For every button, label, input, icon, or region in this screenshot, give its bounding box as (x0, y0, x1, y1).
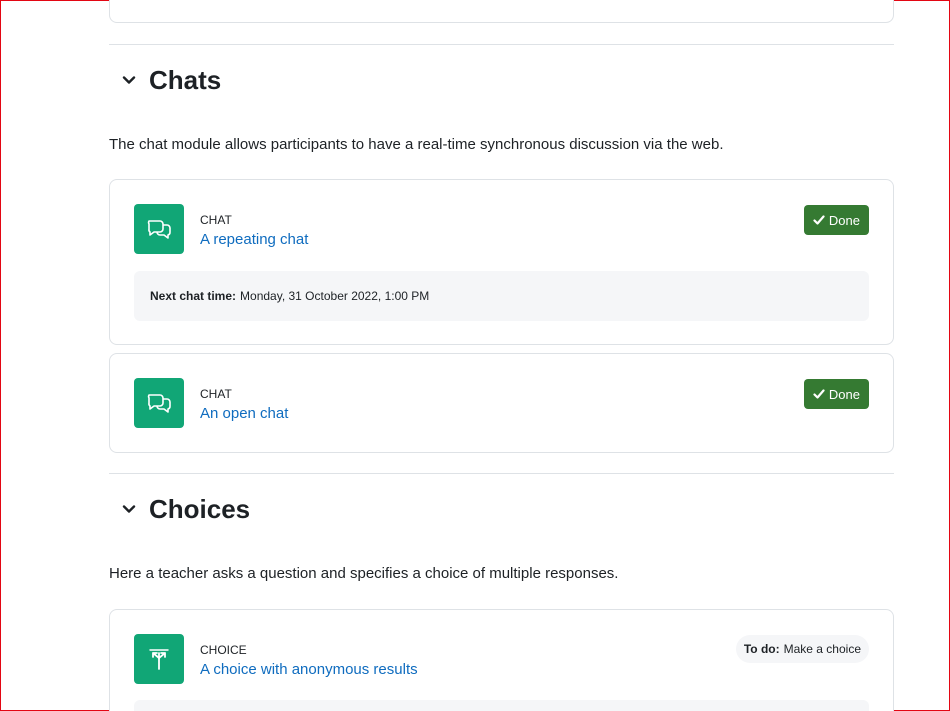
activity-dates: Next chat time: Monday, 31 October 2022,… (134, 271, 869, 321)
todo-label: To do: (743, 642, 780, 656)
chevron-down-icon[interactable] (109, 489, 149, 529)
done-button[interactable]: Done (803, 379, 869, 409)
todo-value: Make a choice (783, 642, 861, 656)
check-icon (813, 389, 825, 399)
done-label: Done (828, 212, 860, 228)
activity-card-repeating-chat: Chat A repeating chat Done Next chat tim… (109, 179, 894, 345)
chevron-down-icon[interactable] (109, 60, 149, 100)
section-divider (109, 473, 894, 474)
activity-type: Chat (200, 213, 232, 227)
section-header-chats: Chats (109, 60, 221, 100)
chat-bubbles-icon[interactable] (134, 204, 184, 254)
done-button[interactable]: Done (803, 205, 869, 235)
check-icon (813, 215, 825, 225)
info-label: Next chat time: (150, 289, 237, 303)
activity-card-choice: Choice A choice with anonymous results T… (109, 609, 894, 711)
activity-type: Chat (200, 387, 232, 401)
activity-link[interactable]: A choice with anonymous results (200, 661, 418, 678)
done-label: Done (828, 386, 860, 402)
todo-badge: To do: Make a choice (735, 635, 869, 663)
chat-bubbles-icon[interactable] (134, 378, 184, 428)
activity-link[interactable]: A repeating chat (200, 231, 308, 248)
section-title[interactable]: Choices (149, 494, 250, 525)
activity-link[interactable]: An open chat (200, 405, 288, 422)
info-value: Monday, 31 October 2022, 1:00 PM (240, 289, 430, 303)
activity-dates (134, 700, 869, 711)
section-title[interactable]: Chats (149, 65, 221, 96)
section-header-choices: Choices (109, 489, 250, 529)
previous-activity-card (109, 0, 894, 23)
signpost-icon[interactable] (134, 634, 184, 684)
section-summary: Here a teacher asks a question and speci… (109, 565, 619, 582)
activity-type: Choice (200, 643, 247, 657)
section-summary: The chat module allows participants to h… (109, 136, 724, 153)
activity-card-open-chat: Chat An open chat Done (109, 353, 894, 453)
section-divider (109, 44, 894, 45)
